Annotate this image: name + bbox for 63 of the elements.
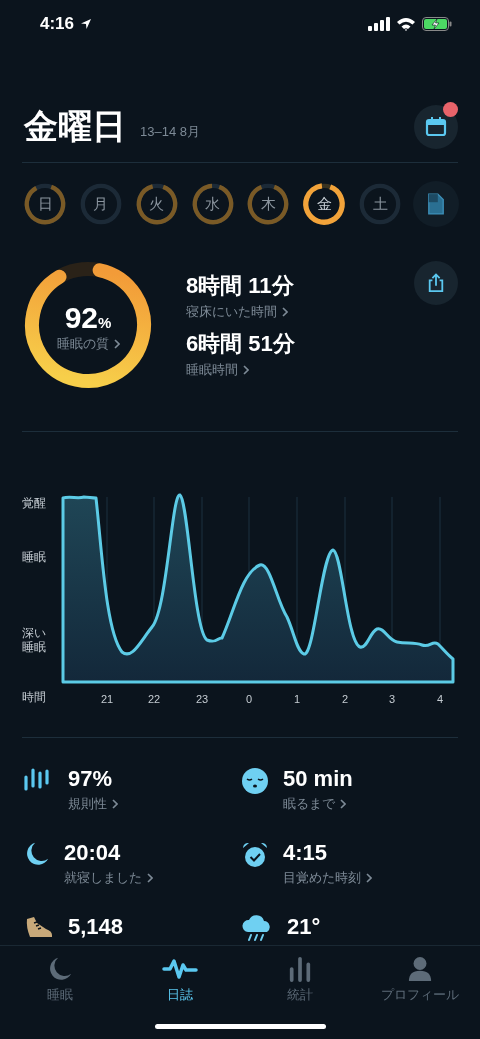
day-ring-button[interactable]: 金 xyxy=(301,181,348,227)
duration-link[interactable]: 寝床にいた時間 xyxy=(186,303,288,321)
stat-link[interactable]: 規則性 xyxy=(68,795,118,813)
sleep-stage-label: 睡眠 xyxy=(22,550,46,565)
status-time: 4:16 xyxy=(40,14,75,34)
chevron-icon xyxy=(113,339,120,349)
stat-value: 20:04 xyxy=(64,840,121,866)
bar-chart-icon xyxy=(288,956,312,982)
chevron-icon xyxy=(282,307,288,317)
tab[interactable]: 統計 xyxy=(240,952,360,1008)
wifi-icon xyxy=(396,17,416,31)
shoe-icon xyxy=(24,915,54,939)
signal-icon xyxy=(368,17,390,31)
stat-link[interactable]: 目覚めた時刻 xyxy=(283,869,372,887)
tab[interactable]: 日誌 xyxy=(120,952,240,1008)
sleep-quality-link[interactable]: 睡眠の質 xyxy=(56,335,120,353)
hour-label: 2 xyxy=(341,693,349,705)
calendar-button[interactable] xyxy=(414,105,458,149)
wave-icon xyxy=(162,956,198,982)
chevron-icon xyxy=(243,365,249,375)
stat-value: 97% xyxy=(68,766,113,792)
chevron-icon xyxy=(366,873,372,883)
stat-link[interactable]: 就寝しました xyxy=(64,869,153,887)
hour-label: 21 xyxy=(100,693,114,705)
stat-value: 4:15 xyxy=(283,840,328,866)
stat-value: 50 min xyxy=(283,766,353,792)
date-range: 13–14 8月 xyxy=(140,123,200,141)
stat-value: 21° xyxy=(287,914,321,940)
share-button[interactable] xyxy=(414,261,458,305)
sleep-stage-label: 覚醒 xyxy=(22,496,46,511)
hour-label: 3 xyxy=(388,693,396,705)
calendar-icon xyxy=(425,116,447,138)
hour-label: 1 xyxy=(293,693,301,705)
moon-icon xyxy=(47,956,73,982)
hour-label: 4 xyxy=(436,693,444,705)
hour-label: 22 xyxy=(147,693,161,705)
share-icon xyxy=(427,273,445,293)
time-axis-title: 時間 xyxy=(22,690,46,705)
person-icon xyxy=(408,956,432,982)
duration-value: 6時間 51分 xyxy=(186,330,295,358)
battery-icon xyxy=(422,17,452,31)
day-ring-button[interactable]: 日 xyxy=(22,181,68,227)
stat-link[interactable]: 眠るまで xyxy=(283,795,346,813)
hour-label: 23 xyxy=(195,693,209,705)
tab[interactable]: プロフィール xyxy=(360,952,480,1008)
duration-value: 8時間 11分 xyxy=(186,272,294,300)
sleep-stage-label: 深い睡眠 xyxy=(22,626,47,655)
alarm-clock-icon xyxy=(241,841,269,869)
quality-percent: 92% xyxy=(64,301,112,335)
chevron-icon xyxy=(340,799,346,809)
duration-link[interactable]: 睡眠時間 xyxy=(186,361,249,379)
moon-icon xyxy=(24,841,50,867)
chevron-icon xyxy=(147,873,153,883)
tab[interactable]: 睡眠 xyxy=(0,952,120,1008)
chevron-icon xyxy=(112,799,118,809)
rain-cloud-icon xyxy=(241,915,273,943)
day-title: 金曜日 xyxy=(24,106,126,147)
stat-value: 5,148 xyxy=(68,914,124,940)
document-icon xyxy=(426,193,445,215)
report-button[interactable] xyxy=(412,181,459,227)
sleeping-face-icon xyxy=(241,767,269,795)
hour-label: 0 xyxy=(245,693,253,705)
location-arrow-icon xyxy=(80,18,93,30)
